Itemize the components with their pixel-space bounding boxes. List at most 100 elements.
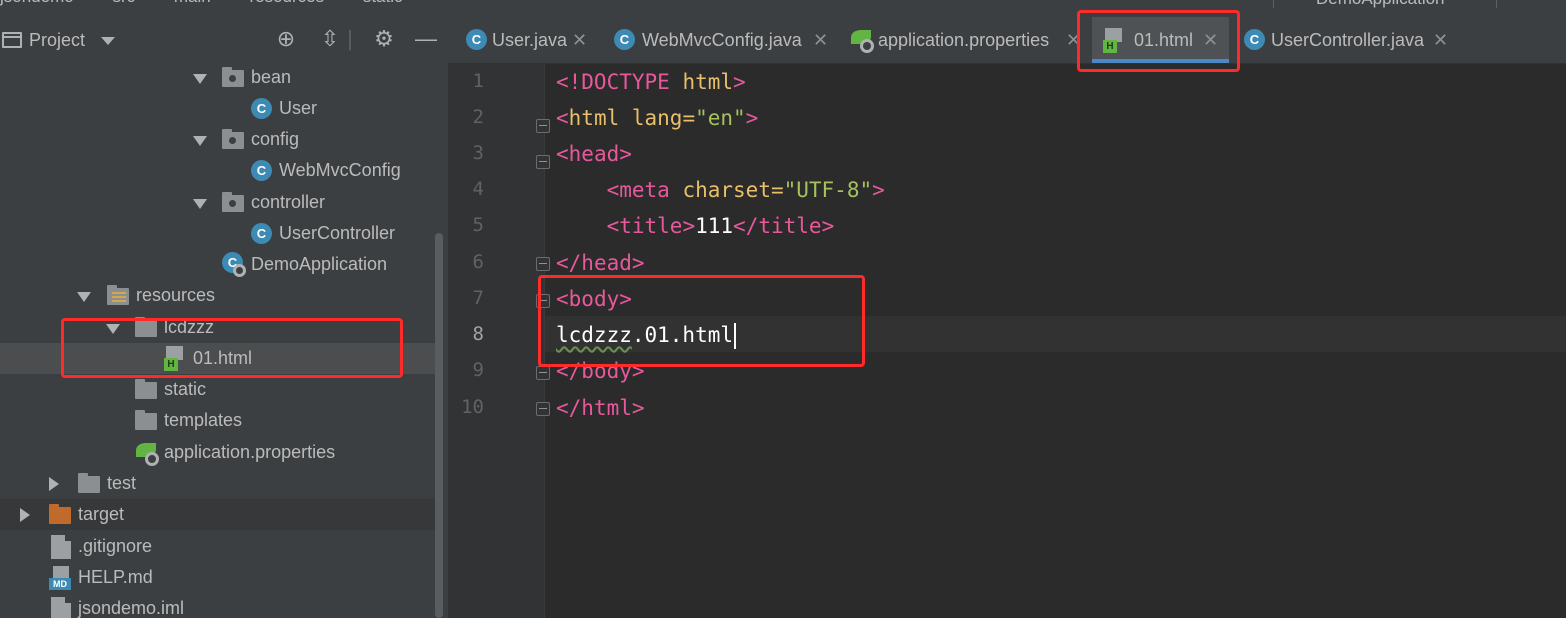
tree-item-usercontroller[interactable]: C UserController [0,218,435,249]
chevron-down-icon[interactable] [101,37,115,45]
tree-item-test[interactable]: test [0,468,435,499]
tree-item-label: config [251,129,300,149]
code-token: lang= [619,106,696,130]
hide-panel-icon[interactable]: — [414,27,438,51]
tab-label: User.java [492,30,568,50]
collapse-arrow-icon[interactable] [20,508,30,522]
tree-item-application-properties[interactable]: application.properties [0,437,435,468]
fold-marker-icon[interactable] [536,366,550,380]
code-token: <!DOCTYPE [556,70,683,94]
tree-item-webmvcconfig[interactable]: C WebMvcConfig [0,155,435,186]
line-number: 2 [472,106,484,128]
code-token: > [821,214,835,238]
fold-marker-icon[interactable] [536,402,550,416]
collapse-all-icon[interactable]: ⇳ [318,27,342,51]
gear-icon[interactable]: ⚙ [372,27,396,51]
iml-file-icon [51,597,71,618]
tree-item-label: test [107,473,137,493]
code-line[interactable]: <html lang="en"> [556,100,758,136]
tab-application-properties[interactable]: application.properties ✕ [846,17,1086,63]
expand-arrow-icon[interactable] [193,136,207,146]
tree-item-gitignore[interactable]: .gitignore [0,531,435,562]
code-token: </ [556,251,582,275]
tree-item-templates[interactable]: templates [0,405,435,436]
breadcrumb-item[interactable]: resources [249,0,324,6]
line-number: 3 [472,142,484,164]
navigation-bar: jsondemo src main resources static DemoA… [0,0,1566,8]
tree-item-resources[interactable]: resources [0,280,435,311]
tree-item-target[interactable]: target [0,499,435,530]
code-line[interactable]: <meta charset="UTF-8"> [556,172,885,208]
class-icon: C [1244,29,1265,50]
line-number: 6 [472,251,484,273]
tree-item-demoapplication[interactable]: C DemoApplication [0,249,435,280]
close-icon[interactable]: ✕ [813,17,828,63]
markdown-file-icon: MD [49,566,71,590]
tree-item-config[interactable]: config [0,124,435,155]
breadcrumb-item[interactable]: static [363,0,403,6]
resources-folder-icon [107,285,129,305]
code-token: html [682,70,734,94]
tab-usercontroller-java[interactable]: C UserController.java ✕ [1241,17,1456,63]
tree-item-jsondemo-iml[interactable]: jsondemo.iml [0,593,435,618]
code-line[interactable]: <head> [556,136,632,172]
close-icon[interactable]: ✕ [1433,17,1448,63]
code-line[interactable]: <!DOCTYPE html> [556,64,746,100]
code-token: </ [556,396,582,420]
locate-file-icon[interactable]: ⊕ [274,27,298,51]
project-scrollbar[interactable] [435,233,443,618]
package-icon [222,192,244,212]
tree-item-label: application.properties [164,442,336,462]
close-icon[interactable]: ✕ [572,17,587,63]
tab-user-java[interactable]: C User.java ✕ [460,17,600,63]
collapse-arrow-icon[interactable] [49,477,59,491]
tree-item-label: static [164,379,207,399]
code-line[interactable]: <title>111</title> [556,208,835,244]
code-token: head [581,251,632,275]
expand-arrow-icon[interactable] [193,74,207,84]
project-view-title[interactable]: Project [29,30,85,51]
tree-item-controller[interactable]: controller [0,187,435,218]
tree-item-static[interactable]: static [0,374,435,405]
code-token: meta [619,178,670,202]
code-token: < [606,178,620,202]
line-number: 4 [472,178,484,200]
package-icon [222,129,244,149]
breadcrumb-item[interactable]: src [112,0,135,6]
folder-icon [78,473,100,493]
tab-label: UserController.java [1271,30,1425,50]
code-line[interactable]: </html> [556,390,645,426]
expand-arrow-icon[interactable] [77,292,91,302]
code-token: > [631,396,645,420]
breadcrumb-item[interactable]: main [174,0,211,6]
code-token: > [682,214,696,238]
breadcrumb: jsondemo src main resources static [0,0,437,7]
excluded-folder-icon [49,504,71,524]
tree-item-bean[interactable]: bean [0,62,435,93]
tree-item-label: HELP.md [78,567,153,587]
tree-item-help-md[interactable]: MD HELP.md [0,562,435,593]
tree-item-label: templates [164,410,243,430]
code-token: "en" [695,106,746,130]
code-token: < [606,214,620,238]
fold-marker-icon[interactable] [536,155,550,169]
line-number: 9 [472,359,484,381]
expand-arrow-icon[interactable] [193,199,207,209]
ignore-file-icon [51,535,71,559]
class-icon: C [466,29,487,50]
breadcrumb-item[interactable]: jsondemo [0,0,74,6]
tab-label: WebMvcConfig.java [642,30,802,50]
code-token: html [568,106,620,130]
fold-marker-icon[interactable] [536,257,550,271]
editor-tab-bar: C User.java ✕ C WebMvcConfig.java ✕ appl… [448,8,1566,64]
class-icon: C [251,160,272,181]
tree-item-label: WebMvcConfig [279,160,401,180]
tree-item-user[interactable]: C User [0,93,435,124]
spring-boot-class-icon: C [222,252,248,278]
fold-marker-icon[interactable] [536,119,550,133]
run-configuration-selector[interactable]: DemoApplication [1273,0,1497,8]
line-number: 10 [461,396,484,418]
code-token: </ [733,214,759,238]
tab-webmvcconfig-java[interactable]: C WebMvcConfig.java ✕ [610,17,832,63]
editor-area: C User.java ✕ C WebMvcConfig.java ✕ appl… [448,8,1566,618]
